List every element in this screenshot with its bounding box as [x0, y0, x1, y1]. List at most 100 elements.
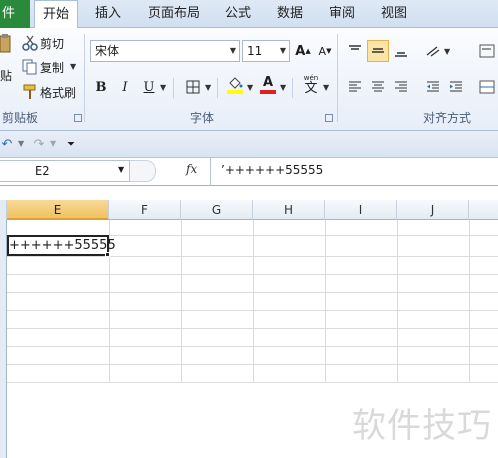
align-top-button[interactable]	[344, 40, 366, 62]
row-headers[interactable]	[0, 220, 7, 458]
merge-cells-icon	[479, 80, 495, 94]
borders-dropdown-icon[interactable]: ▼	[205, 83, 211, 92]
gridline	[7, 328, 498, 329]
gridline	[7, 310, 498, 311]
shrink-font-button[interactable]: A ▼	[314, 40, 336, 62]
tab-view[interactable]: 视图	[372, 0, 416, 28]
align-middle-button[interactable]	[367, 40, 389, 62]
copy-icon[interactable]	[22, 59, 38, 75]
tab-file[interactable]: 件	[0, 0, 30, 28]
underline-dropdown-icon[interactable]: ▼	[160, 83, 166, 92]
font-color-swatch	[260, 90, 276, 94]
format-painter-button[interactable]: 格式刷	[40, 85, 76, 101]
cell-value: ++++++55555	[9, 238, 116, 253]
align-right-button[interactable]	[390, 76, 412, 98]
name-box[interactable]: E2 ▼	[0, 160, 130, 182]
redo-dropdown-icon[interactable]: ▼	[50, 139, 56, 148]
tab-formulas[interactable]: 公式	[216, 0, 260, 28]
format-painter-icon[interactable]	[22, 84, 38, 100]
paint-bucket-icon	[229, 77, 243, 89]
grow-font-icon: A	[295, 43, 306, 59]
bold-button[interactable]: B	[90, 76, 112, 98]
align-bottom-button[interactable]	[390, 40, 412, 62]
chevron-down-icon: ▼	[279, 46, 286, 55]
tab-data[interactable]: 数据	[268, 0, 312, 28]
column-header-k[interactable]	[469, 200, 498, 220]
gridline	[469, 220, 470, 382]
name-box-value: E2	[35, 164, 50, 178]
chevron-down-icon: ▼	[229, 46, 236, 55]
phonetic-dropdown-icon[interactable]: ▼	[323, 83, 329, 92]
fill-handle[interactable]	[105, 252, 110, 257]
font-launcher-icon[interactable]	[325, 114, 333, 122]
clipboard-launcher-icon[interactable]	[74, 114, 82, 122]
font-color-dropdown-icon[interactable]: ▼	[280, 83, 286, 92]
name-box-splitter[interactable]	[130, 160, 156, 182]
column-header-e[interactable]: E	[7, 200, 109, 220]
borders-icon	[186, 80, 200, 94]
redo-icon[interactable]: ↷	[32, 136, 46, 152]
fill-color-button[interactable]	[224, 74, 246, 96]
group-divider	[337, 34, 338, 122]
underline-button[interactable]: U	[138, 76, 160, 98]
orientation-dropdown-icon[interactable]: ▼	[444, 47, 450, 56]
merge-center-button[interactable]	[476, 76, 498, 98]
undo-icon[interactable]: ↶	[0, 136, 14, 152]
orientation-button[interactable]	[422, 40, 444, 62]
tab-home[interactable]: 开始	[34, 0, 78, 29]
fill-color-swatch	[227, 90, 243, 94]
scissors-icon[interactable]	[22, 35, 38, 51]
undo-dropdown-icon[interactable]: ▼	[18, 139, 24, 148]
column-header-j[interactable]: J	[397, 200, 469, 220]
align-bottom-icon	[395, 52, 407, 57]
gridline	[325, 220, 326, 382]
paste-icon[interactable]	[0, 34, 12, 54]
paste-button[interactable]: 贴	[0, 68, 12, 84]
column-header-i[interactable]: I	[325, 200, 397, 220]
wrap-text-icon	[479, 44, 495, 58]
cut-button[interactable]: 剪切	[40, 36, 64, 52]
increase-indent-icon	[450, 81, 462, 92]
formula-bar: E2 ▼ fx ’++++++55555	[0, 158, 498, 186]
clipboard-group-label: 剪贴板	[1, 111, 38, 125]
copy-button[interactable]: 复制	[40, 60, 64, 76]
select-all-corner[interactable]	[0, 200, 7, 220]
borders-button[interactable]	[182, 76, 204, 98]
wrap-text-button[interactable]	[476, 40, 498, 62]
copy-dropdown-icon[interactable]: ▼	[70, 62, 76, 71]
font-color-icon: A	[262, 75, 274, 90]
insert-function-button[interactable]: fx	[186, 162, 206, 182]
fill-color-dropdown-icon[interactable]: ▼	[247, 83, 253, 92]
alignment-group-label: 对齐方式	[422, 111, 471, 125]
decrease-indent-icon	[427, 81, 439, 92]
column-header-g[interactable]: G	[181, 200, 253, 220]
font-color-button[interactable]: A	[257, 74, 279, 96]
tab-page-layout[interactable]: 页面布局	[142, 0, 206, 28]
tab-review[interactable]: 审阅	[320, 0, 364, 28]
font-size-select[interactable]: 11 ▼	[242, 40, 290, 62]
active-cell-e2[interactable]: ++++++55555	[7, 235, 116, 256]
divider	[217, 78, 218, 98]
group-divider	[84, 34, 85, 122]
divider	[173, 78, 174, 98]
tab-insert[interactable]: 插入	[86, 0, 130, 28]
formula-input[interactable]: ’++++++55555	[210, 158, 498, 186]
chevron-down-icon[interactable]: ▼	[118, 165, 124, 174]
ribbon-home: 贴 剪切 复制 ▼ 格式刷 剪贴板 宋体 ▼ 11 ▼ A ▲ A ▼ B I U …	[0, 28, 498, 131]
gridline	[7, 346, 498, 347]
gridline	[7, 292, 498, 293]
shrink-font-icon: A	[318, 44, 327, 58]
column-header-h[interactable]: H	[253, 200, 325, 220]
italic-button[interactable]: I	[114, 76, 136, 98]
phonetic-button[interactable]: wén 文	[300, 74, 322, 96]
font-name-select[interactable]: 宋体 ▼	[90, 40, 240, 62]
column-header-f[interactable]: F	[109, 200, 181, 220]
align-left-button[interactable]	[344, 76, 366, 98]
align-center-button[interactable]	[367, 76, 389, 98]
grow-font-button[interactable]: A ▲	[292, 40, 314, 62]
gridline	[7, 382, 498, 383]
decrease-indent-button[interactable]	[422, 76, 444, 98]
customize-toolbar-icon[interactable]: ⏷	[64, 136, 78, 152]
increase-indent-button[interactable]	[445, 76, 467, 98]
font-size-value: 11	[247, 44, 263, 58]
